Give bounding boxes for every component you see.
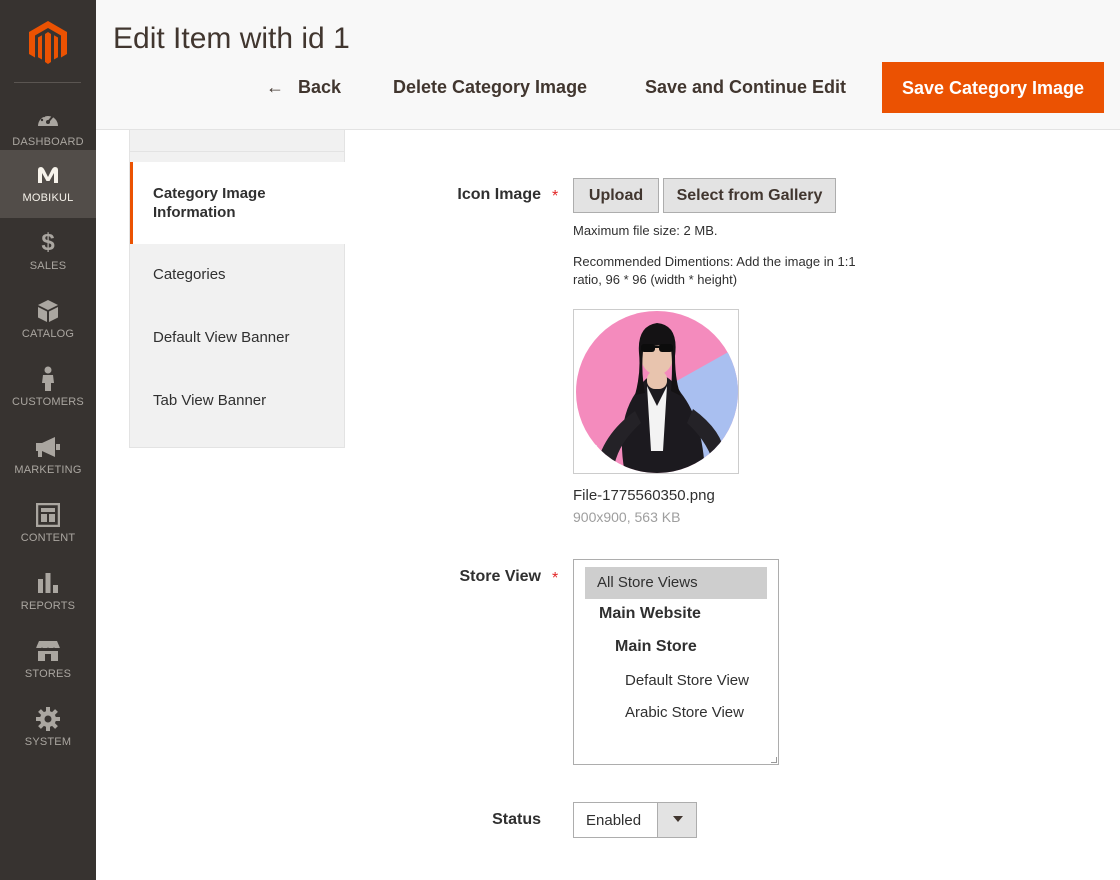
- file-name[interactable]: File-1775560350.png: [573, 487, 715, 504]
- nav-label: MOBIKUL: [22, 192, 74, 204]
- nav-divider: [14, 82, 81, 83]
- save-and-continue-button[interactable]: Save and Continue Edit: [645, 62, 846, 113]
- layout-icon: [0, 502, 96, 528]
- tab-label: Tab View Banner: [153, 392, 267, 409]
- store-view-multiselect[interactable]: All Store Views Main Website Main Store …: [573, 559, 779, 765]
- page-title: Edit Item with id 1: [113, 22, 350, 55]
- back-button[interactable]: ← Back: [266, 62, 341, 113]
- recommended-dimensions-note: Recommended Dimentions: Add the image in…: [573, 254, 856, 287]
- tab-label: Category Image Information: [153, 185, 266, 221]
- resize-handle[interactable]: [771, 757, 777, 763]
- option-group-main-website: Main Website: [599, 605, 701, 622]
- upload-button[interactable]: Upload: [573, 178, 659, 213]
- select-from-gallery-button[interactable]: Select from Gallery: [663, 178, 836, 213]
- chevron-down-icon: [673, 816, 683, 822]
- store-view-label: Store View: [459, 568, 541, 585]
- nav-item-stores[interactable]: STORES: [0, 626, 96, 694]
- tab-default-view-banner[interactable]: Default View Banner: [130, 307, 345, 370]
- side-tabs: Category Image Information Categories De…: [129, 130, 345, 448]
- nav-label: CUSTOMERS: [12, 396, 84, 408]
- mobikul-icon: [0, 162, 96, 188]
- tab-label: Categories: [153, 266, 226, 283]
- status-selected-value: Enabled: [586, 812, 642, 829]
- dashboard-icon: [0, 106, 96, 132]
- megaphone-icon: [0, 434, 96, 460]
- nav-item-marketing[interactable]: MARKETING: [0, 422, 96, 490]
- required-marker: *: [552, 570, 559, 587]
- nav-item-sales[interactable]: $ SALES: [0, 218, 96, 286]
- nav-label: DASHBOARD: [12, 136, 84, 148]
- nav-label: SALES: [29, 260, 67, 272]
- back-button-label: Back: [298, 77, 342, 97]
- storefront-icon: [0, 638, 96, 664]
- nav-item-reports[interactable]: REPORTS: [0, 558, 96, 626]
- icon-image-label: Icon Image: [457, 186, 541, 203]
- tabs-header: [130, 130, 344, 152]
- nav-item-mobikul[interactable]: MOBIKUL: [0, 150, 96, 218]
- nav-item-catalog[interactable]: CATALOG: [0, 286, 96, 354]
- dollar-icon: $: [41, 229, 55, 256]
- box-icon: [0, 298, 96, 324]
- arrow-left-icon: ←: [266, 77, 284, 97]
- person-icon: [0, 366, 96, 392]
- tab-label: Default View Banner: [153, 329, 290, 346]
- bar-chart-icon: [0, 570, 96, 596]
- option-arabic-store-view[interactable]: Arabic Store View: [625, 704, 744, 721]
- page-header: Edit Item with id 1 ← Back Delete Categor…: [96, 0, 1120, 130]
- magento-logo[interactable]: [0, 0, 96, 82]
- tab-tab-view-banner[interactable]: Tab View Banner: [130, 370, 345, 433]
- nav-label: CONTENT: [20, 532, 76, 544]
- max-file-size-note: Maximum file size: 2 MB.: [573, 223, 718, 238]
- image-preview[interactable]: [573, 309, 739, 474]
- save-category-image-button[interactable]: Save Category Image: [882, 62, 1104, 113]
- required-marker: *: [552, 188, 559, 205]
- dropdown-toggle[interactable]: [657, 803, 696, 837]
- nav-label: REPORTS: [20, 600, 76, 612]
- option-all-store-views[interactable]: All Store Views: [585, 567, 767, 599]
- tab-categories[interactable]: Categories: [130, 244, 345, 307]
- delete-category-image-button[interactable]: Delete Category Image: [393, 62, 587, 113]
- nav-label: SYSTEM: [24, 736, 72, 748]
- nav-item-system[interactable]: SYSTEM: [0, 694, 96, 762]
- status-select[interactable]: Enabled: [573, 802, 697, 838]
- status-label: Status: [492, 811, 541, 828]
- nav-label: MARKETING: [14, 464, 82, 476]
- nav-label: CATALOG: [21, 328, 75, 340]
- option-group-main-store: Main Store: [615, 638, 697, 655]
- nav-item-content[interactable]: CONTENT: [0, 490, 96, 558]
- file-meta: 900x900, 563 KB: [573, 509, 681, 525]
- preview-image: [576, 311, 738, 473]
- option-default-store-view[interactable]: Default Store View: [625, 672, 749, 689]
- nav-label: STORES: [24, 668, 72, 680]
- gear-icon: [0, 706, 96, 732]
- magento-logo-icon: [29, 21, 67, 64]
- tab-category-image-information[interactable]: Category Image Information: [130, 162, 345, 244]
- nav-item-customers[interactable]: CUSTOMERS: [0, 354, 96, 422]
- admin-sidebar: DASHBOARD MOBIKUL $ SALES CATALOG CUSTOM…: [0, 0, 96, 880]
